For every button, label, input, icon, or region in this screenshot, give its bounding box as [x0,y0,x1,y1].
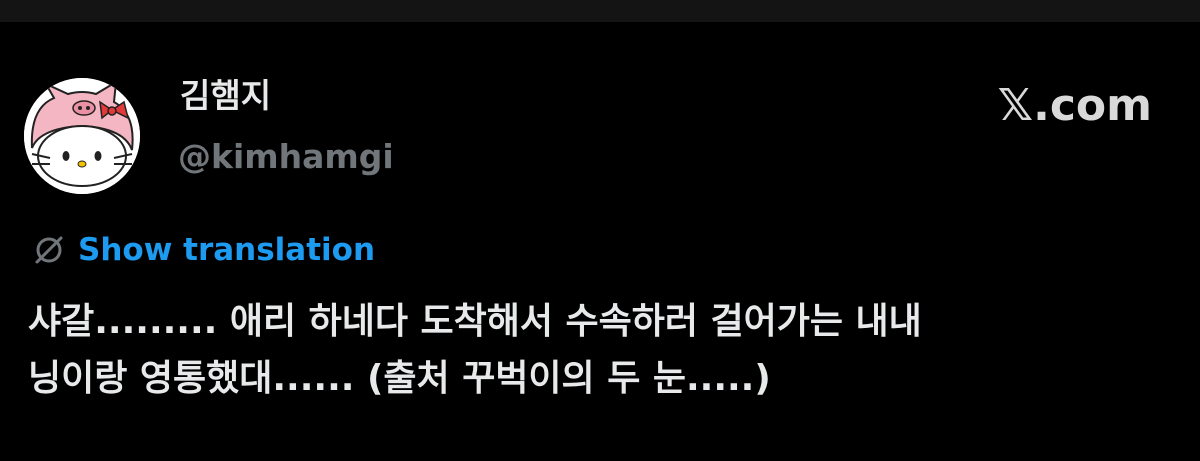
display-name[interactable]: 김햄지 [180,74,271,118]
tweet-text-line: 샤갈......... 애리 하네다 도착해서 수속하러 걸어가는 내내 [28,301,922,342]
x-brand-logo: 𝕏.com [997,80,1152,131]
hello-kitty-avatar-icon [24,78,140,194]
globe-slash-icon [30,231,68,269]
tweet-text-line: 닝이랑 영통했대...... (출처 꾸벅이의 두 눈.....) [28,358,771,399]
show-translation-link[interactable]: Show translation [78,228,375,272]
top-strip [0,0,1200,22]
translation-row[interactable]: Show translation [30,228,375,272]
avatar[interactable] [24,78,140,194]
tweet-text: 샤갈......... 애리 하네다 도착해서 수속하러 걸어가는 내내 닝이랑… [28,293,1178,407]
user-handle[interactable]: @kimhamgi [178,135,394,179]
